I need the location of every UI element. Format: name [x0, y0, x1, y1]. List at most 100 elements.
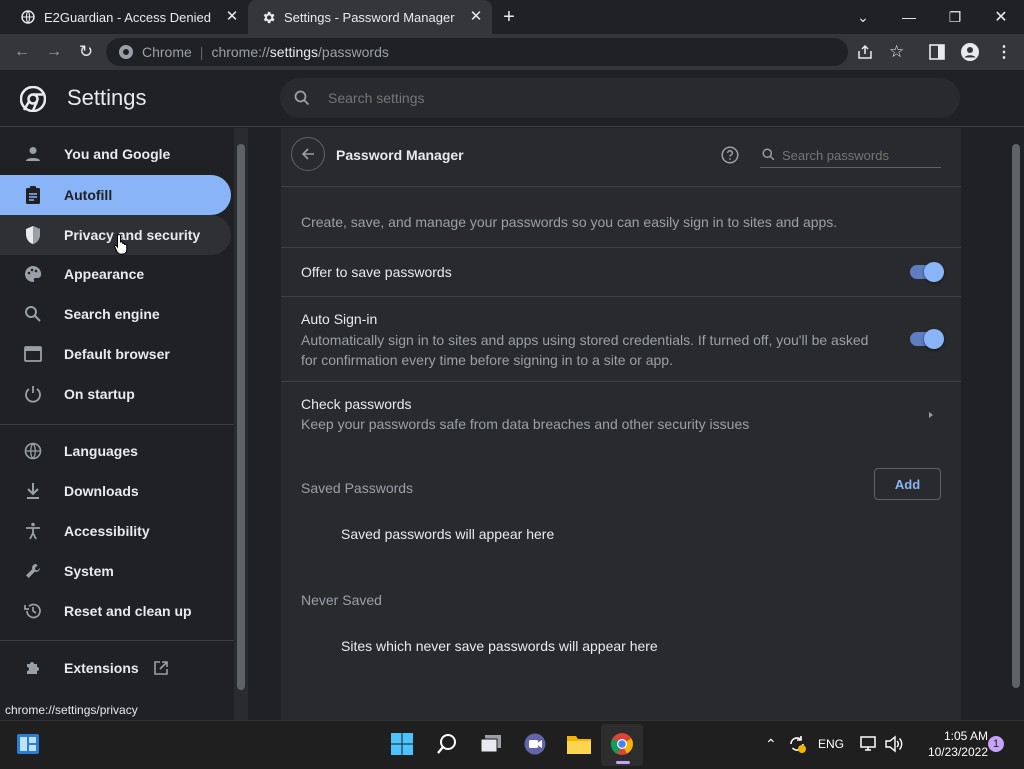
windows-start-icon[interactable]: [386, 728, 418, 760]
add-password-button[interactable]: Add: [874, 468, 941, 500]
clock-date[interactable]: 10/23/2022: [916, 745, 988, 759]
back-arrow-icon[interactable]: ←: [7, 34, 37, 70]
forward-arrow-icon[interactable]: →: [39, 34, 69, 70]
chevron-up-icon[interactable]: ⌃: [765, 736, 777, 753]
help-icon[interactable]: [721, 146, 739, 164]
sidebar-item-languages[interactable]: Languages: [0, 431, 231, 471]
wrench-icon: [22, 560, 44, 582]
new-tab-button[interactable]: +: [498, 6, 520, 28]
sidebar-scrollbar[interactable]: [234, 128, 248, 720]
notification-badge[interactable]: 1: [988, 736, 1004, 752]
close-tab-icon[interactable]: ✕: [468, 9, 484, 25]
chevron-down-icon[interactable]: ⌄: [840, 0, 886, 34]
sidebar-item-search-engine[interactable]: Search engine: [0, 294, 231, 334]
browser-icon: [22, 343, 44, 365]
offer-to-save-label: Offer to save passwords: [301, 264, 452, 280]
minimize-icon[interactable]: —: [886, 0, 932, 34]
search-icon[interactable]: [431, 728, 463, 760]
teams-chat-icon[interactable]: [519, 728, 551, 760]
sidebar-item-appearance[interactable]: Appearance: [0, 254, 231, 294]
profile-icon[interactable]: [960, 42, 980, 62]
offer-to-save-toggle[interactable]: [910, 262, 944, 282]
volume-icon[interactable]: [884, 735, 904, 753]
hand-cursor-icon: [114, 233, 130, 255]
saved-passwords-empty: Saved passwords will appear here: [341, 526, 555, 542]
sidebar-item-label: Downloads: [64, 483, 139, 499]
sidebar-item-autofill[interactable]: Autofill: [0, 175, 231, 215]
settings-title: Settings: [67, 85, 147, 110]
back-button[interactable]: [291, 137, 325, 171]
never-saved-empty: Sites which never save passwords will ap…: [341, 638, 658, 654]
sidebar-item-system[interactable]: System: [0, 551, 231, 591]
never-saved-heading: Never Saved: [301, 592, 382, 608]
close-tab-icon[interactable]: ✕: [224, 9, 240, 25]
search-passwords[interactable]: [760, 143, 941, 168]
address-bar[interactable]: Chrome | chrome:// settings /passwords: [106, 38, 848, 66]
language-indicator[interactable]: ENG: [818, 737, 844, 751]
shield-icon: [22, 224, 44, 246]
url-path: /passwords: [318, 44, 389, 60]
auto-signin-label: Auto Sign-in: [301, 311, 378, 327]
tab-title: Settings - Password Manager: [284, 9, 455, 25]
divider: [281, 296, 961, 297]
close-window-icon[interactable]: ✕: [978, 0, 1024, 34]
chrome-logo-icon: [19, 85, 47, 113]
sync-warning-icon[interactable]: [787, 734, 807, 754]
sidebar-item-accessibility[interactable]: Accessibility: [0, 511, 231, 551]
sidebar-item-label: System: [64, 563, 114, 579]
divider: [281, 186, 961, 187]
sidebar-item-label: Accessibility: [64, 523, 150, 539]
bookmark-star-icon[interactable]: ☆: [889, 42, 904, 62]
chrome-taskbar-icon[interactable]: [606, 728, 638, 760]
main-scrollbar[interactable]: [1008, 128, 1024, 720]
auto-signin-description: Automatically sign in to sites and apps …: [301, 332, 869, 368]
site-label: Chrome: [142, 44, 192, 60]
saved-passwords-heading: Saved Passwords: [301, 480, 414, 496]
widgets-icon[interactable]: [12, 728, 44, 760]
tab-title: E2Guardian - Access Denied: [44, 9, 211, 25]
palette-icon: [22, 263, 44, 285]
sidebar-item-label: Languages: [64, 443, 138, 459]
search-passwords-input[interactable]: [780, 146, 939, 164]
reload-icon[interactable]: ↻: [71, 34, 101, 70]
settings-search[interactable]: [280, 78, 960, 118]
restore-icon[interactable]: ❐: [932, 0, 978, 34]
clock-time[interactable]: 1:05 AM: [920, 729, 988, 743]
sidebar-item-label: Appearance: [64, 266, 145, 282]
tab-password-manager[interactable]: Settings - Password Manager ✕: [248, 0, 492, 34]
file-explorer-icon[interactable]: [563, 728, 595, 760]
sidebar-item-extensions[interactable]: Extensions: [0, 648, 231, 688]
sidebar-item-label: You and Google: [64, 146, 171, 162]
search-settings-input[interactable]: [326, 89, 930, 107]
history-icon: [22, 600, 44, 622]
network-icon[interactable]: [859, 735, 879, 753]
search-icon: [762, 148, 776, 162]
menu-dots-icon[interactable]: ⋮: [996, 42, 1012, 62]
sidebar-item-label: Reset and clean up: [64, 603, 192, 619]
tab-e2guardian[interactable]: E2Guardian - Access Denied ✕: [0, 0, 248, 34]
check-passwords-row[interactable]: [281, 382, 961, 446]
scrollbar-thumb[interactable]: [1012, 144, 1020, 688]
sidebar-item-on-startup[interactable]: On startup: [0, 374, 231, 414]
sidebar-item-label: On startup: [64, 386, 135, 402]
scrollbar-thumb[interactable]: [237, 144, 245, 690]
sidebar-item-label: Autofill: [64, 187, 113, 203]
auto-signin-toggle[interactable]: [910, 329, 944, 349]
side-panel-icon[interactable]: [929, 44, 945, 60]
search-icon: [294, 90, 310, 106]
sidebar-item-you-and-google[interactable]: You and Google: [0, 134, 231, 174]
download-icon: [22, 480, 44, 502]
back-arrow-icon: [301, 148, 314, 160]
divider: [281, 247, 961, 248]
active-app-indicator: [616, 761, 630, 764]
description: Create, save, and manage your passwords …: [301, 214, 838, 230]
share-icon[interactable]: [856, 44, 876, 60]
task-view-icon[interactable]: [475, 728, 507, 760]
chrome-icon: [118, 44, 134, 60]
sidebar-item-downloads[interactable]: Downloads: [0, 471, 231, 511]
sidebar-item-reset-and-clean-up[interactable]: Reset and clean up: [0, 591, 231, 631]
sidebar-item-default-browser[interactable]: Default browser: [0, 334, 231, 374]
search-icon: [22, 303, 44, 325]
chevron-right-icon: [927, 408, 935, 420]
person-icon: [22, 143, 44, 165]
